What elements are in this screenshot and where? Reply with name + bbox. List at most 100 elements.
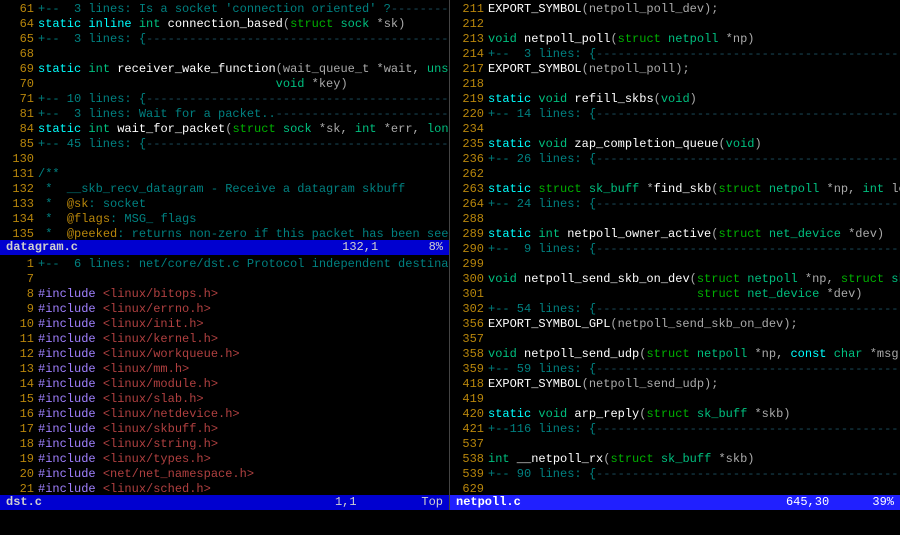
code-line: 15#include <linux/slab.h> <box>4 392 445 407</box>
line-number: 629 <box>454 482 484 495</box>
line-number: 13 <box>4 362 34 377</box>
status-right: 132,1 8% <box>342 240 443 255</box>
pane-bottom-left[interactable]: 1+-- 6 lines: net/core/dst.c Protocol in… <box>0 255 449 495</box>
pane-top-left[interactable]: 61+-- 3 lines: Is a socket 'connection o… <box>0 0 449 240</box>
line-number: 71 <box>4 92 34 107</box>
line-number: 538 <box>454 452 484 467</box>
code-line: 9#include <linux/errno.h> <box>4 302 445 317</box>
line-number: 421 <box>454 422 484 437</box>
code-line: 11#include <linux/kernel.h> <box>4 332 445 347</box>
status-right: 645,30 39% <box>786 495 894 510</box>
code-line: 357 <box>454 332 896 347</box>
line-number: 20 <box>4 467 34 482</box>
code-line: 14 #include <linux/module.h> <box>4 377 445 392</box>
pane-right[interactable]: 211EXPORT_SYMBOL(netpoll_poll_dev);21221… <box>450 0 900 495</box>
line-number: 358 <box>454 347 484 362</box>
line-content: +-- 45 lines: {-------------------------… <box>38 137 449 152</box>
line-number: 299 <box>454 257 484 272</box>
line-number: 11 <box>4 332 34 347</box>
code-line: 218 <box>454 77 896 92</box>
line-number: 64 <box>4 17 34 32</box>
code-line: 70 void *key) <box>4 77 445 92</box>
code-line: 213void netpoll_poll(struct netpoll *np) <box>454 32 896 47</box>
status-bar-bottom-left: dst.c 1,1 Top <box>0 495 449 510</box>
code-line: 537 <box>454 437 896 452</box>
line-content: #include <net/net_namespace.h> <box>38 467 254 482</box>
code-line: 18#include <linux/string.h> <box>4 437 445 452</box>
line-content: EXPORT_SYMBOL(netpoll_poll_dev); <box>488 2 718 17</box>
line-content: +-- 3 lines: {--------------------------… <box>38 32 449 47</box>
line-number: 236 <box>454 152 484 167</box>
line-content: +-- 54 lines: {-------------------------… <box>488 302 900 317</box>
line-content: +-- 9 lines: {--------------------------… <box>488 242 900 257</box>
percent: 8% <box>429 240 443 254</box>
line-content: static void arp_reply(struct sk_buff *sk… <box>488 407 791 422</box>
line-content: #include <linux/sched.h> <box>38 482 211 495</box>
line-content: +-- 59 lines: {-------------------------… <box>488 362 900 377</box>
line-content: #include <linux/skbuff.h> <box>38 422 218 437</box>
line-number: 69 <box>4 62 34 77</box>
line-number: 65 <box>4 32 34 47</box>
code-line: 61+-- 3 lines: Is a socket 'connection o… <box>4 2 445 17</box>
code-line: 359+-- 59 lines: {----------------------… <box>454 362 896 377</box>
code-line: 538int __netpoll_rx(struct sk_buff *skb) <box>454 452 896 467</box>
line-number: 539 <box>454 467 484 482</box>
code-line: 219static void refill_skbs(void) <box>454 92 896 107</box>
line-number: 14 <box>4 377 34 392</box>
line-content: +-- 6 lines: net/core/dst.c Protocol ind… <box>38 257 449 272</box>
line-content: * @sk: socket <box>38 197 146 212</box>
line-number: 212 <box>454 17 484 32</box>
line-number: 68 <box>4 47 34 62</box>
code-line: 420 static void arp_reply(struct sk_buff … <box>454 407 896 422</box>
line-number: 85 <box>4 137 34 152</box>
code-line: 7 <box>4 272 445 287</box>
code-line: 85+-- 45 lines: {-----------------------… <box>4 137 445 152</box>
code-line: 135 * @peeked: returns non-zero if this … <box>4 227 445 240</box>
code-line: 301 struct net_device *dev) <box>454 287 896 302</box>
line-content: #include <linux/mm.h> <box>38 362 189 377</box>
line-content: void netpoll_poll(struct netpoll *np) <box>488 32 754 47</box>
line-number: 12 <box>4 347 34 362</box>
line-number: 300 <box>454 272 484 287</box>
line-number: 21 <box>4 482 34 495</box>
cursor-pos: 645,30 <box>786 495 829 509</box>
line-number: 537 <box>454 437 484 452</box>
code-line: 10#include <linux/init.h> <box>4 317 445 332</box>
code-line: 12#include <linux/workqueue.h> <box>4 347 445 362</box>
line-number: 288 <box>454 212 484 227</box>
line-number: 262 <box>454 167 484 182</box>
code-line: 212 <box>454 17 896 32</box>
line-number: 359 <box>454 362 484 377</box>
code-line: 539+-- 90 lines: {----------------------… <box>454 467 896 482</box>
cursor-pos: 132,1 <box>342 240 378 254</box>
code-line: 69static int receiver_wake_function(wait… <box>4 62 445 77</box>
line-number: 9 <box>4 302 34 317</box>
line-content: #include <linux/module.h> <box>38 377 218 392</box>
line-content: #include <linux/netdevice.h> <box>38 407 240 422</box>
line-content: +--116 lines: {-------------------------… <box>488 422 900 437</box>
line-number: 70 <box>4 77 34 92</box>
line-content: void netpoll_send_udp(struct netpoll *np… <box>488 347 900 362</box>
code-line: 130 <box>4 152 445 167</box>
code-line: 17#include <linux/skbuff.h> <box>4 422 445 437</box>
line-number: 10 <box>4 317 34 332</box>
code-line: 64static inline int connection_based(str… <box>4 17 445 32</box>
line-content: static int wait_for_packet(struct sock *… <box>38 122 449 137</box>
line-number: 234 <box>454 122 484 137</box>
line-number: 420 <box>454 407 484 422</box>
line-content: +-- 90 lines: {-------------------------… <box>488 467 900 482</box>
line-content: EXPORT_SYMBOL_GPL(netpoll_send_skb_on_de… <box>488 317 798 332</box>
line-content: static void refill_skbs(void) <box>488 92 697 107</box>
code-line: 629 <box>454 482 896 495</box>
vim-split-container: 61+-- 3 lines: Is a socket 'connection o… <box>0 0 900 510</box>
line-number: 217 <box>454 62 484 77</box>
line-number: 218 <box>454 77 484 92</box>
line-content: /** <box>38 167 60 182</box>
code-line: 288 <box>454 212 896 227</box>
code-line: 302+-- 54 lines: {----------------------… <box>454 302 896 317</box>
code-line: 262 <box>454 167 896 182</box>
code-line: 65+-- 3 lines: {------------------------… <box>4 32 445 47</box>
line-content: EXPORT_SYMBOL(netpoll_send_udp); <box>488 377 718 392</box>
line-content: +-- 3 lines: Is a socket 'connection ori… <box>38 2 449 17</box>
line-content: struct net_device *dev) <box>488 287 863 302</box>
